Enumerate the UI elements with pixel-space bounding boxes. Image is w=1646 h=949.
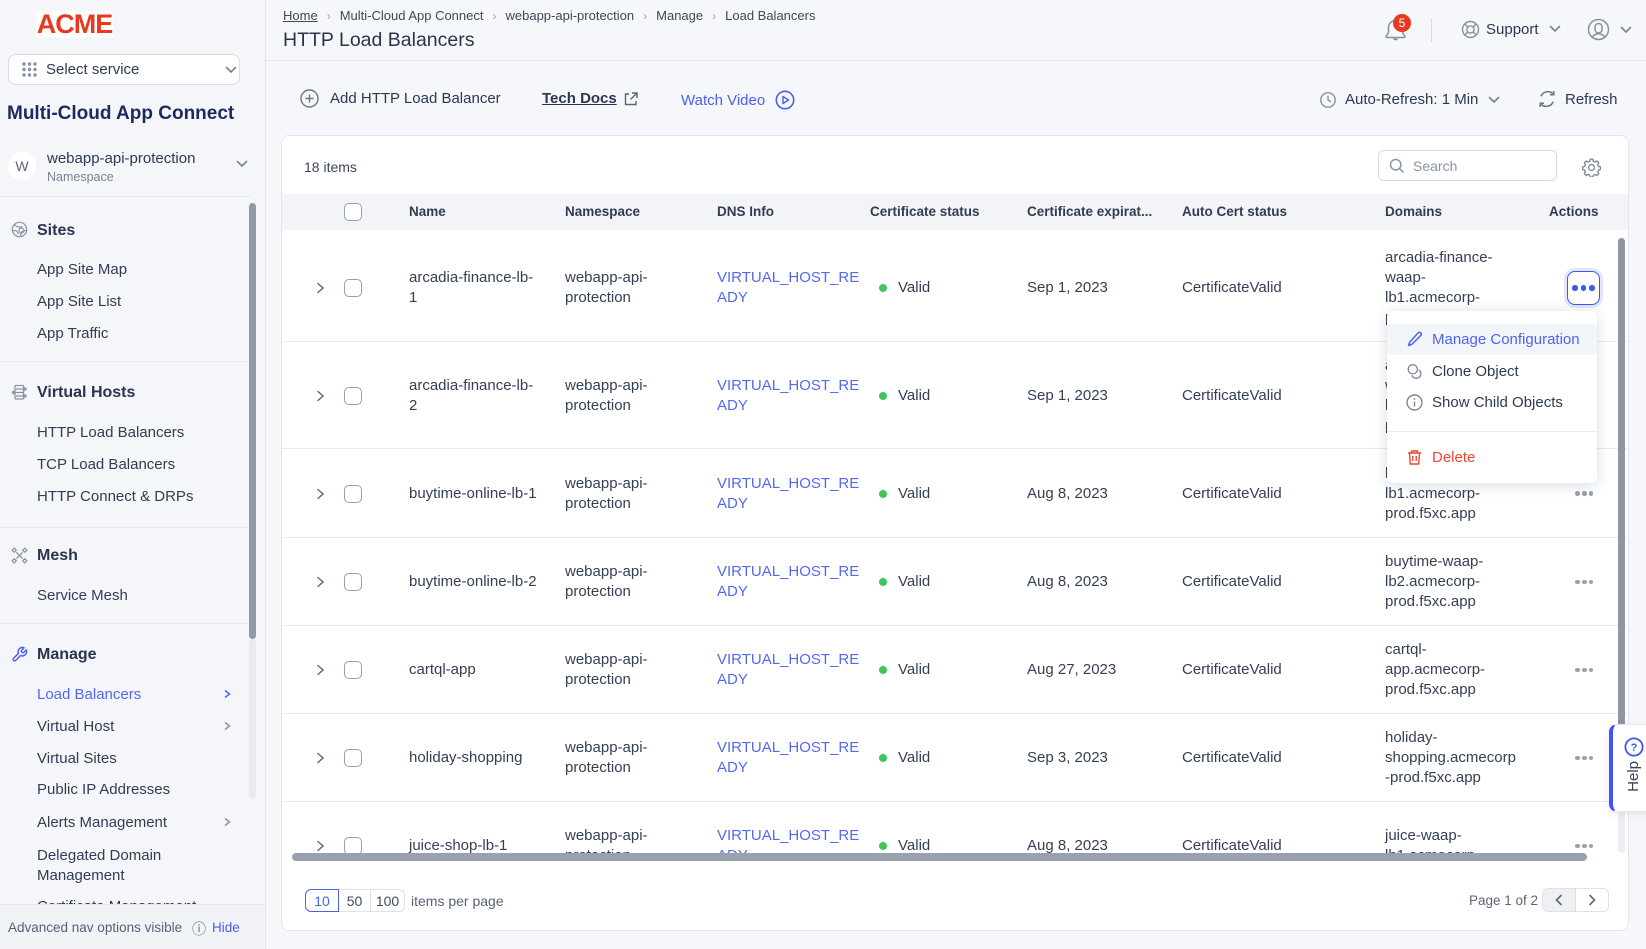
svg-text:?: ?	[1631, 742, 1638, 754]
